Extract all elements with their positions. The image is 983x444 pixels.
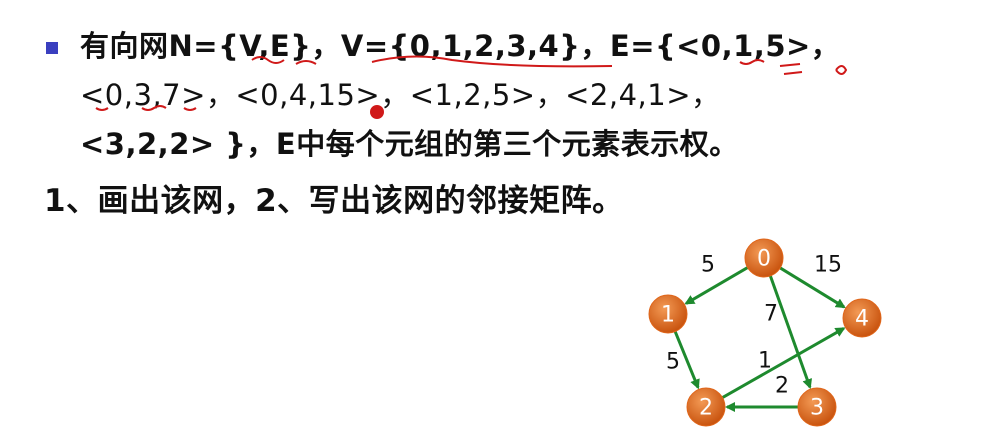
node-3: 3 — [797, 387, 837, 427]
edge-weight-0-3: 7 — [764, 302, 778, 327]
node-label-3: 3 — [810, 396, 824, 421]
node-label-4: 4 — [855, 307, 869, 332]
node-label-0: 0 — [757, 247, 771, 272]
edge-0-3 — [768, 275, 812, 390]
node-1: 1 — [648, 294, 688, 334]
annotation-dot — [370, 105, 384, 119]
annotation-squiggle — [739, 59, 765, 65]
annotation-marks — [95, 55, 848, 119]
annotation-scribble — [835, 65, 848, 75]
edge-weight-0-1: 5 — [701, 253, 715, 278]
annotation-dash — [779, 63, 803, 75]
slide: 有向网N={V,E}，V={0,1,2,3,4}，E={<0,1,5>， <0,… — [0, 0, 983, 444]
edge-weight-1-2: 5 — [666, 350, 680, 375]
node-2: 2 — [686, 387, 726, 427]
annotation-squiggle — [141, 105, 167, 111]
annotation-squiggle — [95, 107, 109, 111]
node-0: 0 — [744, 238, 784, 278]
annotation-squiggle — [295, 60, 317, 65]
node-label-1: 1 — [661, 303, 675, 328]
annotation-squiggle — [371, 55, 613, 68]
node-label-2: 2 — [699, 396, 713, 421]
node-4: 4 — [842, 298, 882, 338]
annotation-squiggle — [251, 56, 285, 64]
annotation-squiggle — [183, 107, 197, 111]
graph-diagram: 57155 12 012 34 — [95, 55, 882, 427]
edge-weight-3-2: 2 — [775, 374, 789, 399]
edge-weight-2-4: 1 — [758, 349, 772, 374]
edge-0-1 — [684, 266, 749, 305]
edge-weight-0-4: 15 — [814, 253, 842, 278]
